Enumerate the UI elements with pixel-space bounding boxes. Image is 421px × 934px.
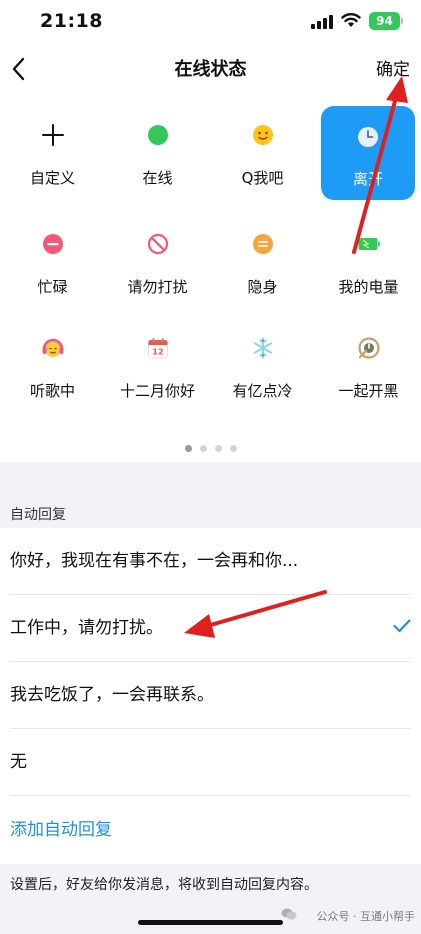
do-not-disturb-icon	[146, 232, 170, 256]
status-item-q-me[interactable]: Q我吧	[210, 105, 315, 199]
auto-reply-text: 我去吃饭了，一会再联系。	[10, 685, 214, 705]
watermark: 公众号 · 互通小帮手	[316, 910, 416, 923]
wifi-icon	[341, 13, 361, 27]
status-label: 请勿打扰	[127, 278, 188, 296]
status-label: Q我吧	[241, 169, 284, 187]
headphones-icon	[41, 336, 65, 360]
footer-note: 设置后，好友给你发消息，将收到自动回复内容。	[10, 877, 318, 893]
auto-reply-option[interactable]: 无	[0, 729, 421, 796]
page-dot-3[interactable]	[214, 445, 222, 452]
home-indicator	[138, 920, 283, 925]
auto-reply-section-header: 自动回复	[0, 496, 421, 528]
status-label: 离开	[352, 170, 383, 188]
status-label: 在线	[142, 169, 173, 187]
invisible-icon	[251, 232, 275, 256]
status-label: 有亿点冷	[232, 382, 293, 400]
clock-icon	[356, 125, 380, 149]
calendar-icon: 12	[146, 336, 170, 360]
status-item-custom[interactable]: 自定义	[0, 105, 105, 199]
auto-reply-option[interactable]: 我去吃饭了，一会再联系。	[0, 662, 421, 729]
auto-reply-list: 你好，我现在有事不在，一会再和你... 工作中，请勿打扰。 我去吃饭了，一会再联…	[0, 528, 421, 864]
status-bar: 21:18 94	[0, 0, 421, 44]
navigation-bar: 在线状态 确定	[0, 44, 421, 96]
status-item-a-bit-cold[interactable]: 有亿点冷	[210, 318, 315, 412]
page-title: 在线状态	[174, 59, 247, 80]
plus-icon	[41, 123, 65, 147]
status-item-away-selected[interactable]: 离开	[321, 106, 415, 200]
snowflake-icon	[251, 336, 275, 360]
status-label: 我的电量	[338, 278, 399, 296]
game-icon	[357, 336, 381, 360]
status-grid: 自定义 在线 Q我吧 离开 忙碌 请勿打扰 隐身 我的电量 听歌中 12 十二月…	[0, 96, 421, 462]
smiley-icon	[251, 123, 275, 147]
checkmark-icon	[393, 619, 411, 633]
status-label: 隐身	[247, 278, 278, 296]
page-dot-4[interactable]	[229, 445, 237, 452]
svg-text:12: 12	[152, 348, 163, 357]
page-indicator	[0, 437, 421, 452]
auto-reply-option[interactable]: 你好，我现在有事不在，一会再和你...	[0, 528, 421, 595]
confirm-button[interactable]: 确定	[376, 44, 410, 96]
status-label: 自定义	[29, 169, 75, 187]
cellular-signal-icon	[311, 15, 333, 29]
wechat-icon	[281, 908, 297, 920]
auto-reply-text: 工作中，请勿打扰。	[10, 618, 163, 638]
busy-icon	[41, 232, 65, 256]
status-item-december[interactable]: 12 十二月你好	[105, 318, 210, 412]
status-item-do-not-disturb[interactable]: 请勿打扰	[105, 214, 210, 308]
status-item-invisible[interactable]: 隐身	[210, 214, 315, 308]
status-item-online[interactable]: 在线	[105, 105, 210, 199]
status-item-listening-music[interactable]: 听歌中	[0, 318, 105, 412]
add-auto-reply-link[interactable]: 添加自动回复	[10, 796, 112, 864]
battery-indicator: 94	[369, 12, 400, 30]
page-dot-2[interactable]	[199, 445, 207, 452]
battery-icon	[357, 232, 381, 256]
battery-tip	[401, 18, 403, 24]
status-item-my-battery[interactable]: 我的电量	[316, 214, 421, 308]
page-dot-1[interactable]	[184, 445, 192, 452]
clock-time: 21:18	[40, 10, 103, 32]
auto-reply-text: 你好，我现在有事不在，一会再和你...	[10, 551, 299, 571]
status-label: 忙碌	[37, 278, 68, 296]
auto-reply-option-selected[interactable]: 工作中，请勿打扰。	[0, 595, 421, 662]
status-label: 十二月你好	[119, 382, 195, 400]
status-label: 一起开黑	[338, 382, 399, 400]
auto-reply-text: 无	[10, 752, 27, 772]
section-title: 自动回复	[10, 507, 66, 523]
status-label: 听歌中	[29, 382, 75, 400]
online-dot-icon	[146, 123, 170, 147]
status-item-busy[interactable]: 忙碌	[0, 214, 105, 308]
status-item-game-together[interactable]: 一起开黑	[316, 318, 421, 412]
